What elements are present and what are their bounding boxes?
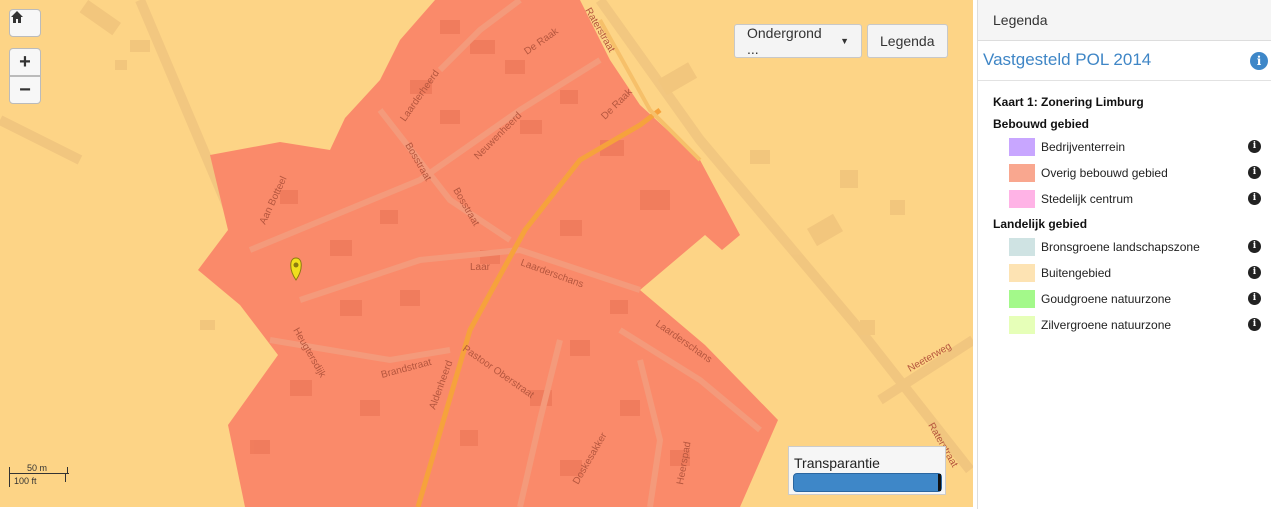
- legend-swatch: [1009, 290, 1035, 308]
- legend-item: Stedelijk centrum i: [1009, 189, 1269, 209]
- caret-down-icon: ▼: [840, 36, 849, 46]
- legend-swatch: [1009, 138, 1035, 156]
- legend-item: Buitengebied i: [1009, 263, 1269, 283]
- legend-item: Overig bebouwd gebied i: [1009, 163, 1269, 183]
- legend-item-label: Bedrijventerrein: [1041, 140, 1126, 154]
- zoom-in-button[interactable]: +: [9, 48, 41, 76]
- legend-title: Vastgesteld POL 2014: [983, 50, 1152, 69]
- home-button[interactable]: [9, 9, 41, 37]
- transparency-control: Transparantie: [788, 446, 946, 495]
- home-icon: [11, 11, 23, 23]
- transparency-slider[interactable]: [793, 473, 942, 492]
- info-icon[interactable]: i: [1248, 266, 1261, 279]
- legend-swatch: [1009, 264, 1035, 282]
- legend-item-label: Goudgroene natuurzone: [1041, 292, 1172, 306]
- scale-imperial: 100 ft: [14, 476, 37, 486]
- legend-item: Zilvergroene natuurzone i: [1009, 315, 1269, 335]
- legend-panel: Legenda Vastgesteld POL 2014 i Kaart 1: …: [977, 0, 1271, 509]
- transparency-label: Transparantie: [794, 455, 880, 471]
- map-canvas[interactable]: Raterstraat De Raak Laarderheerd Neuwenh…: [0, 0, 973, 507]
- group-title-landelijk: Landelijk gebied: [993, 217, 1088, 231]
- info-icon[interactable]: i: [1248, 240, 1261, 253]
- info-icon[interactable]: i: [1250, 52, 1268, 70]
- legend-swatch: [1009, 316, 1035, 334]
- info-icon[interactable]: i: [1248, 318, 1261, 331]
- info-icon[interactable]: i: [1248, 166, 1261, 179]
- legend-item-label: Buitengebied: [1041, 266, 1112, 280]
- legend-item-label: Zilvergroene natuurzone: [1041, 318, 1172, 332]
- legend-swatch: [1009, 164, 1035, 182]
- slider-handle[interactable]: [938, 474, 941, 491]
- legend-header: Legenda: [978, 0, 1271, 41]
- legend-swatch: [1009, 238, 1035, 256]
- info-icon[interactable]: i: [1248, 292, 1261, 305]
- divider: [978, 80, 1271, 81]
- ondergrond-label: Ondergrond ...: [747, 25, 822, 57]
- info-icon[interactable]: i: [1248, 140, 1261, 153]
- legend-item: Bedrijventerrein i: [1009, 137, 1269, 157]
- scale-metric: 50 m: [27, 463, 48, 473]
- legend-item-label: Bronsgroene landschapszone: [1041, 240, 1200, 254]
- legend-item: Goudgroene natuurzone i: [1009, 289, 1269, 309]
- place-label: Laar: [470, 262, 491, 273]
- info-icon[interactable]: i: [1248, 192, 1261, 205]
- zoom-out-button[interactable]: −: [9, 76, 41, 104]
- group-title-bebouwd: Bebouwd gebied: [993, 117, 1089, 131]
- legend-item-label: Stedelijk centrum: [1041, 192, 1134, 206]
- map-title: Kaart 1: Zonering Limburg: [993, 95, 1144, 109]
- scale-bar: 50 m 100 ft: [9, 462, 69, 492]
- legenda-button[interactable]: Legenda: [867, 24, 948, 58]
- legend-swatch: [1009, 190, 1035, 208]
- legend-item-label: Overig bebouwd gebied: [1041, 166, 1168, 180]
- map-view[interactable]: Raterstraat De Raak Laarderheerd Neuwenh…: [0, 0, 973, 507]
- ondergrond-dropdown[interactable]: Ondergrond ... ▼: [734, 24, 862, 58]
- legend-item: Bronsgroene landschapszone i: [1009, 237, 1269, 257]
